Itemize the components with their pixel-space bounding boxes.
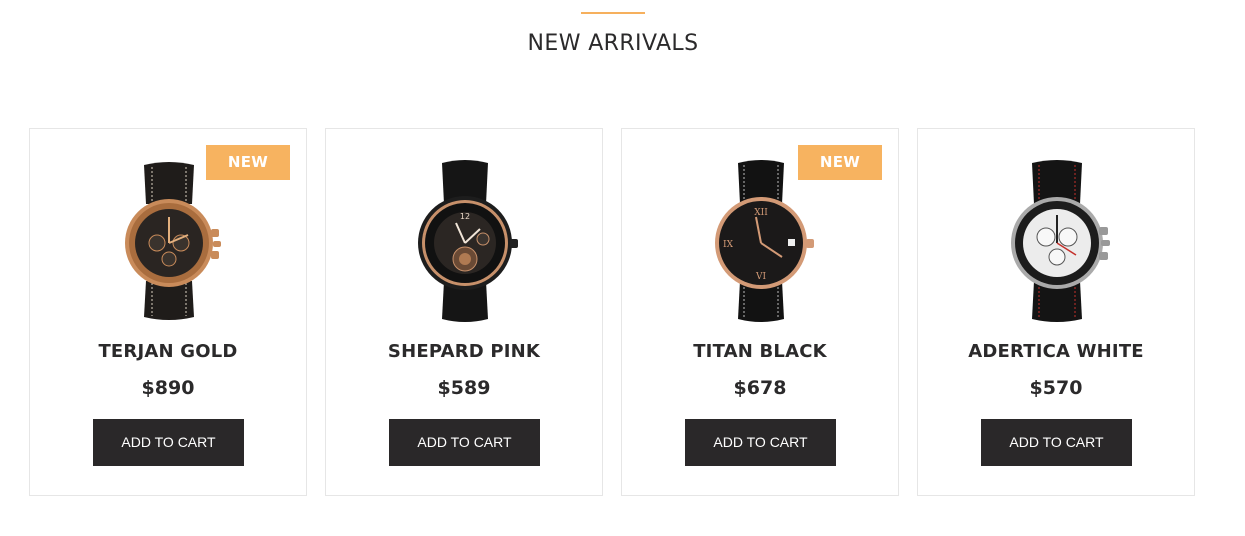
- product-card-shepard-pink[interactable]: 12 SHEPARD PINK $589 ADD TO CART: [325, 128, 603, 496]
- gold-chronograph-watch-icon[interactable]: [114, 159, 224, 324]
- section-title: NEW ARRIVALS: [527, 31, 699, 56]
- product-card-titan-black[interactable]: NEW XII VI IX TITAN BLACK $678 ADD TO CA…: [621, 128, 899, 496]
- product-price: $678: [733, 377, 787, 399]
- product-name[interactable]: SHEPARD PINK: [326, 341, 602, 362]
- svg-text:12: 12: [460, 212, 470, 221]
- product-price: $589: [437, 377, 491, 399]
- svg-text:IX: IX: [723, 240, 734, 250]
- section-divider: [581, 12, 645, 14]
- product-card-terjan-gold[interactable]: NEW TERJAN GOLD $890 ADD TO CART: [29, 128, 307, 496]
- product-name[interactable]: TITAN BLACK: [622, 341, 898, 362]
- svg-text:VI: VI: [755, 272, 766, 282]
- add-to-cart-button[interactable]: ADD TO CART: [389, 419, 540, 466]
- add-to-cart-button[interactable]: ADD TO CART: [685, 419, 836, 466]
- add-to-cart-button[interactable]: ADD TO CART: [981, 419, 1132, 466]
- product-price: $570: [1029, 377, 1083, 399]
- product-card-adertica-white[interactable]: ADERTICA WHITE $570 ADD TO CART: [917, 128, 1195, 496]
- rose-gold-dress-watch-icon[interactable]: XII VI IX: [706, 159, 816, 324]
- black-skeleton-watch-icon[interactable]: 12: [410, 159, 520, 324]
- product-price: $890: [141, 377, 195, 399]
- product-name[interactable]: TERJAN GOLD: [30, 341, 306, 362]
- silver-chronograph-watch-icon[interactable]: [1002, 159, 1112, 324]
- add-to-cart-button[interactable]: ADD TO CART: [93, 419, 244, 466]
- svg-text:XII: XII: [754, 208, 768, 218]
- product-name[interactable]: ADERTICA WHITE: [918, 341, 1194, 362]
